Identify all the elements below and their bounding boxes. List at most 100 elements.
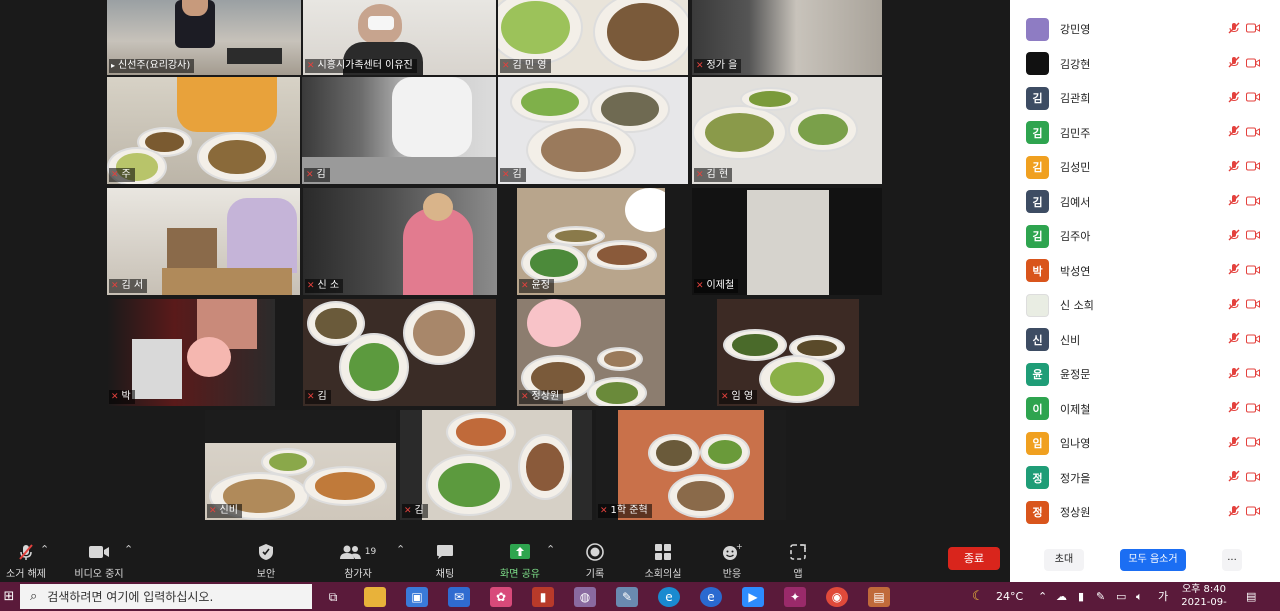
video-off-icon[interactable] (1246, 505, 1260, 519)
mic-muted-icon[interactable] (1228, 263, 1240, 278)
participant-row[interactable]: 정 정가을 (1010, 461, 1280, 495)
mic-muted-icon[interactable] (1228, 22, 1240, 37)
store-icon[interactable]: ▣ (406, 587, 428, 607)
video-off-icon[interactable] (1246, 160, 1260, 174)
video-tile[interactable]: ✕ 김 현 (692, 77, 882, 184)
mic-muted-icon[interactable] (1228, 298, 1240, 313)
pen-icon[interactable]: ✎ (1096, 582, 1105, 611)
chat-button[interactable]: 채팅 (432, 541, 458, 580)
mute-all-button[interactable]: 모두 음소거 (1120, 549, 1186, 571)
video-off-icon[interactable] (1246, 91, 1260, 105)
chevron-up-icon[interactable]: ⌃ (40, 543, 49, 556)
taskbar-search-box[interactable]: ⌕ 검색하려면 여기에 입력하십시오. (20, 584, 312, 609)
participant-row[interactable]: 김 김민주 (1010, 116, 1280, 150)
video-off-icon[interactable] (1246, 126, 1260, 140)
apps-button[interactable]: 앱 (788, 541, 808, 580)
participant-row[interactable]: 윤 윤정문 (1010, 357, 1280, 391)
mail-icon[interactable]: ✉ (448, 587, 470, 607)
task-view-icon[interactable]: ⧉ (322, 587, 344, 607)
chevron-up-icon[interactable]: ⌃ (396, 543, 405, 556)
video-tile[interactable]: ✕ 이제철 (692, 188, 882, 295)
chevron-up-icon[interactable]: ⌃ (546, 543, 555, 556)
video-off-icon[interactable] (1246, 367, 1260, 381)
security-button[interactable]: 보안 (252, 541, 280, 580)
file-explorer-icon[interactable] (364, 587, 386, 607)
video-off-icon[interactable] (1246, 22, 1260, 36)
video-tile[interactable]: ✕ 시흥시가족센터 이유진 (303, 0, 496, 75)
app-icon[interactable]: ✿ (490, 587, 512, 607)
participants-button[interactable]: 19 참가자 (338, 541, 378, 580)
mic-muted-icon[interactable] (1228, 332, 1240, 347)
participant-row[interactable]: 김 김예서 (1010, 185, 1280, 219)
mic-muted-icon[interactable] (1228, 91, 1240, 106)
participant-row[interactable]: 김 김성민 (1010, 150, 1280, 184)
video-tile[interactable]: ✕ 박 (107, 299, 275, 406)
invite-button[interactable]: 초대 (1044, 549, 1084, 571)
video-tile[interactable]: ✕ 주 (107, 77, 300, 184)
zoom-icon[interactable]: ▶ (742, 587, 764, 607)
mic-muted-icon[interactable] (1228, 367, 1240, 382)
ime-indicator[interactable]: 가 (1158, 582, 1168, 611)
video-tile[interactable]: ▸ 신선주(요리강사) (107, 0, 301, 75)
app-icon[interactable]: ▮ (532, 587, 554, 607)
mic-muted-icon[interactable] (1228, 229, 1240, 244)
participant-row[interactable]: 신 신비 (1010, 323, 1280, 357)
mic-muted-icon[interactable] (1228, 505, 1240, 520)
volume-icon[interactable]: 🔈︎ (1136, 582, 1143, 611)
stop-video-button[interactable]: 비디오 중지 (70, 541, 128, 580)
chrome-icon[interactable]: ◉ (826, 587, 848, 607)
mic-muted-icon[interactable] (1228, 194, 1240, 209)
participant-row[interactable]: 정 정상원 (1010, 495, 1280, 529)
video-off-icon[interactable] (1246, 264, 1260, 278)
mic-muted-icon[interactable] (1228, 470, 1240, 485)
video-tile[interactable]: ✕ 신비 (205, 410, 396, 520)
video-tile[interactable]: ✕ 김 (498, 77, 688, 184)
video-tile[interactable]: ✕ 김 (302, 77, 496, 184)
participant-row[interactable]: 김 김관희 (1010, 81, 1280, 115)
video-tile[interactable]: ✕ 임 영 (717, 299, 859, 406)
internet-explorer-icon[interactable]: e (700, 587, 722, 607)
end-meeting-button[interactable]: 종료 (948, 547, 1000, 570)
video-tile[interactable]: ✕ 윤정 (517, 188, 665, 295)
chevron-up-icon[interactable]: ⌃ (1038, 582, 1047, 611)
video-off-icon[interactable] (1246, 402, 1260, 416)
record-button[interactable]: 기록 (580, 541, 610, 580)
mic-muted-icon[interactable] (1228, 160, 1240, 175)
mic-muted-icon[interactable] (1228, 401, 1240, 416)
participant-row[interactable]: 강민영 (1010, 12, 1280, 46)
video-tile[interactable]: ✕ 신 소 (303, 188, 497, 295)
participant-row[interactable]: 김 김주아 (1010, 219, 1280, 253)
clock[interactable]: 오후 8:40 2021-09-15 (1176, 583, 1232, 611)
participant-row[interactable]: 임 임나영 (1010, 426, 1280, 460)
mic-muted-icon[interactable] (1228, 56, 1240, 71)
video-tile[interactable]: ✕ 김 (303, 299, 496, 406)
reactions-button[interactable]: + 반응 (718, 541, 746, 580)
video-off-icon[interactable] (1246, 298, 1260, 312)
edge-icon[interactable]: e (658, 587, 680, 607)
participant-row[interactable]: 신 소희 (1010, 288, 1280, 322)
video-off-icon[interactable] (1246, 195, 1260, 209)
video-off-icon[interactable] (1246, 471, 1260, 485)
video-off-icon[interactable] (1246, 333, 1260, 347)
breakout-rooms-button[interactable]: 소회의실 (640, 541, 686, 580)
windows-start-icon[interactable]: ⊞ (0, 582, 18, 611)
video-off-icon[interactable] (1246, 436, 1260, 450)
app-icon[interactable]: ▤ (868, 587, 890, 607)
video-tile[interactable]: ✕ 김 서 (107, 188, 300, 295)
video-tile[interactable]: ✕ 김 민 영 (498, 0, 688, 75)
participant-row[interactable]: 김강현 (1010, 47, 1280, 81)
video-tile[interactable]: ✕ 정가 을 (692, 0, 882, 75)
chevron-up-icon[interactable]: ⌃ (124, 543, 133, 556)
mic-muted-icon[interactable] (1228, 125, 1240, 140)
participant-row[interactable]: 이 이제철 (1010, 392, 1280, 426)
participant-row[interactable]: 박 박성연 (1010, 254, 1280, 288)
app-icon[interactable]: ◍ (574, 587, 596, 607)
microphone-icon[interactable]: ▮ (1078, 582, 1084, 611)
video-off-icon[interactable] (1246, 57, 1260, 71)
video-tile[interactable]: ✕ 김 (400, 410, 592, 520)
monitor-icon[interactable]: ▭ (1116, 582, 1126, 611)
video-off-icon[interactable] (1246, 229, 1260, 243)
video-tile[interactable]: ✕ 정상원 (517, 299, 665, 406)
mic-muted-icon[interactable] (1228, 436, 1240, 451)
more-button[interactable]: ... (1222, 549, 1242, 571)
